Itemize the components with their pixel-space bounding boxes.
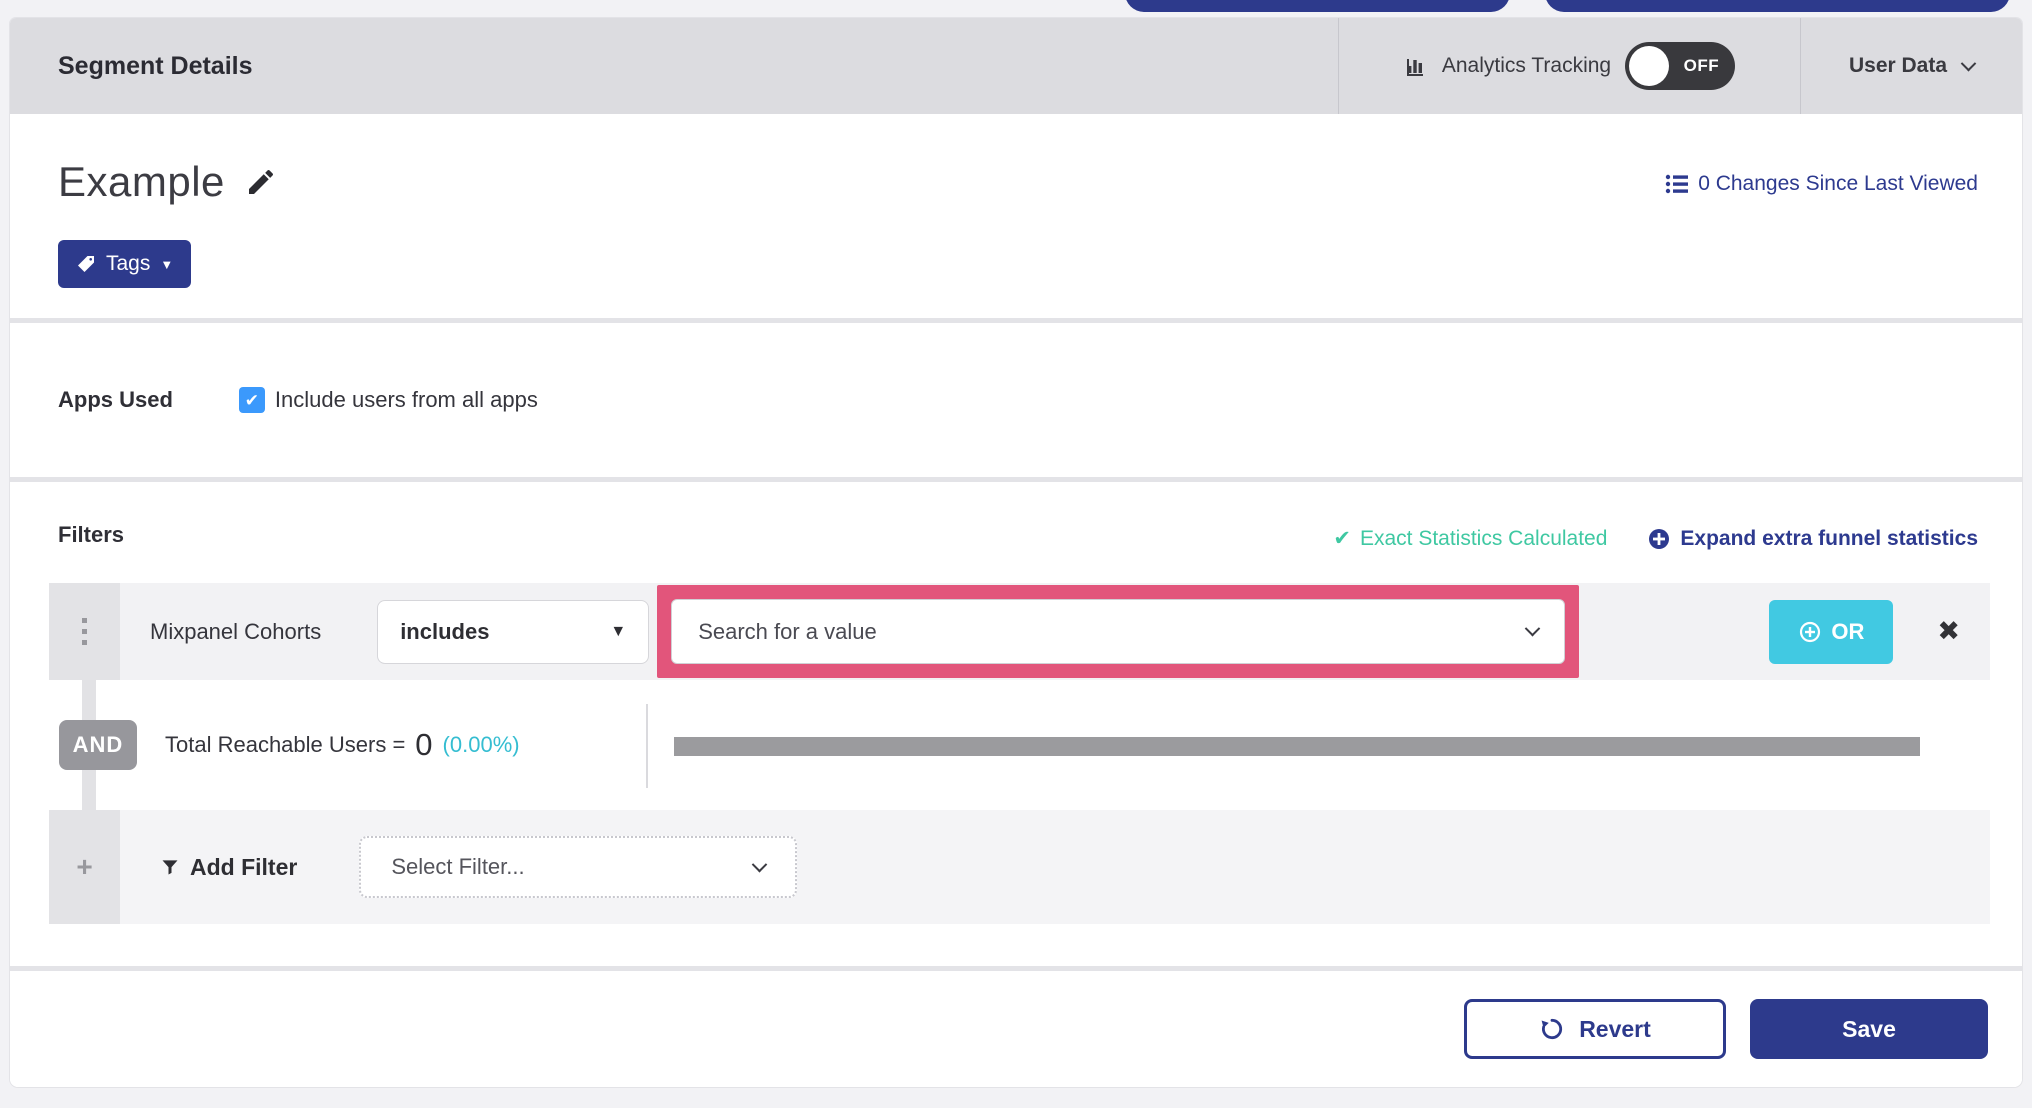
add-filter-rail: + [49,810,120,924]
changes-link-label: 0 Changes Since Last Viewed [1698,172,1978,195]
select-filter-dropdown[interactable]: Select Filter... [359,836,798,898]
expand-funnel-statistics-label: Expand extra funnel statistics [1680,526,1978,550]
save-button-label: Save [1842,1015,1896,1042]
caret-down-icon: ▼ [160,256,174,272]
apps-used-section: Apps Used ✔ Include users from all apps [10,323,2022,477]
circle-plus-icon [1647,527,1671,551]
toggle-knob [1629,46,1670,86]
bar-chart-icon [1404,54,1428,78]
drag-handle[interactable] [49,583,120,680]
background-tab-left[interactable] [1125,0,1510,12]
revert-button-label: Revert [1579,1015,1651,1042]
change-list-icon [1665,173,1689,195]
drag-handle-icon [82,618,87,623]
operator-select[interactable]: includes ▼ [377,599,650,664]
checkmark-icon: ✔ [244,390,260,410]
analytics-tracking-toggle[interactable]: OFF [1625,42,1736,90]
apps-used-label: Apps Used [58,387,173,412]
revert-undo-icon [1539,1016,1565,1042]
reachable-users-percent: (0.00%) [442,732,520,757]
select-filter-placeholder: Select Filter... [391,854,525,879]
analytics-tracking-control: Analytics Tracking OFF [1338,18,1800,114]
tags-button[interactable]: Tags ▼ [58,240,192,288]
chevron-down-icon [752,856,768,872]
chevron-down-icon [1960,55,1977,71]
filters-heading: Filters [58,522,125,547]
exact-statistics-status: ✔ Exact Statistics Calculated [1333,526,1607,551]
section-header-bar: Segment Details Analytics Tracking OFF U… [10,18,2022,114]
or-button-label: OR [1831,618,1865,644]
reachable-users-progress-bar [674,737,1920,756]
funnel-icon [160,857,180,877]
add-or-condition-button[interactable]: OR [1769,599,1894,664]
tags-button-label: Tags [106,252,151,275]
footer-actions: Revert Save [10,971,2022,1087]
remove-filter-button[interactable]: ✖ [1937,616,1960,647]
analytics-tracking-label: Analytics Tracking [1441,54,1612,77]
edit-pencil-icon[interactable] [245,166,277,198]
and-badge: AND [59,720,137,770]
user-data-dropdown[interactable]: User Data [1800,18,2022,114]
toggle-state-label: OFF [1683,56,1720,75]
add-filter-row: + Add Filter Select Filter... [49,810,1990,924]
highlight-outline: Search for a value [657,585,1580,678]
segment-name: Example [58,158,225,205]
exact-statistics-label: Exact Statistics Calculated [1359,526,1608,550]
save-button[interactable]: Save [1750,999,1988,1059]
add-filter-button[interactable]: Add Filter [160,854,297,881]
drag-handle-icon [82,629,87,634]
caret-down-icon: ▼ [610,622,627,640]
segment-details-card: Segment Details Analytics Tracking OFF U… [10,18,2022,1087]
operator-value: includes [400,618,490,644]
filter-row: Mixpanel Cohorts includes ▼ Search for a… [49,583,1990,680]
title-section: Example 0 Changes Since Last Viewed Tags… [10,114,2022,318]
chevron-down-icon [1524,620,1541,637]
page-title: Segment Details [58,51,253,80]
tag-icon [76,254,96,274]
background-tab-right[interactable] [1545,0,2010,12]
drag-handle-icon [82,640,87,645]
add-filter-label: Add Filter [190,853,298,880]
segment-details-page: Segment Details Analytics Tracking OFF U… [0,0,2032,1108]
filter-field-label: Mixpanel Cohorts [150,618,322,644]
reachable-users-label: Total Reachable Users = [165,732,406,757]
check-icon: ✔ [1333,527,1351,550]
value-search-placeholder: Search for a value [698,618,877,644]
value-search-select[interactable]: Search for a value [671,599,1566,664]
circle-plus-icon [1798,620,1822,644]
expand-funnel-statistics-link[interactable]: Expand extra funnel statistics [1647,527,1978,551]
plus-icon: + [76,851,93,882]
include-all-apps-label: Include users from all apps [274,387,538,412]
revert-button[interactable]: Revert [1464,999,1726,1059]
filters-section: Filters ✔ Exact Statistics Calculated Ex… [10,482,2022,966]
totals-row: AND Total Reachable Users = 0 (0.00%) [49,680,1990,810]
changes-since-last-viewed-link[interactable]: 0 Changes Since Last Viewed [1665,172,1978,196]
include-all-apps-checkbox[interactable]: ✔ [238,387,265,413]
user-data-label: User Data [1848,54,1948,77]
reachable-users-value: 0 [415,727,433,762]
vertical-divider [646,704,648,788]
